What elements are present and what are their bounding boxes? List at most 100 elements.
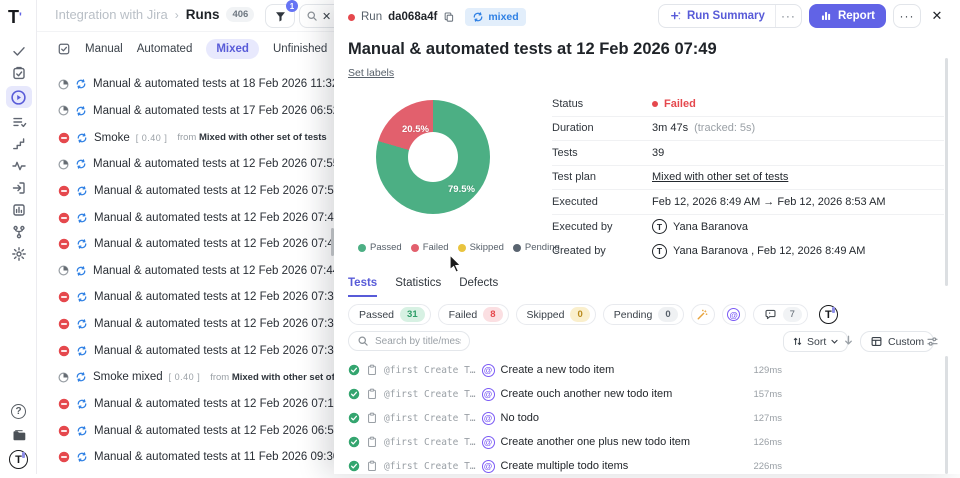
run-title: Smoke — [94, 132, 130, 144]
mixed-sync-icon — [76, 238, 88, 250]
automation-filter-button[interactable]: @ — [722, 304, 746, 325]
detail-tab-tests[interactable]: Tests — [348, 277, 377, 297]
run-list-item[interactable]: Manual & automated tests at 12 Feb 2026 … — [37, 284, 334, 311]
filter-pill-skipped[interactable]: Skipped0 — [516, 304, 596, 325]
account-avatar[interactable]: T — [9, 450, 28, 469]
close-icon[interactable]: ✕ — [928, 4, 946, 28]
legend-dot — [458, 244, 466, 252]
tests-scrollbar[interactable] — [945, 356, 948, 474]
app-logo[interactable]: T' — [8, 6, 30, 28]
more-actions-button[interactable]: ··· — [893, 4, 921, 28]
test-title: Create a new todo item — [501, 364, 615, 376]
run-list-item[interactable]: Smoke mixed[ 0.40 ]from Mixed with other… — [37, 364, 334, 391]
run-title: Manual & automated tests at 12 Feb 2026 … — [94, 425, 334, 437]
test-duration: 157ms — [730, 389, 782, 400]
user-avatar: T — [652, 244, 667, 259]
test-title: No todo — [501, 412, 540, 424]
run-list-item[interactable]: Manual & automated tests at 12 Feb 2026 … — [37, 178, 334, 205]
test-list-item[interactable]: @first Create T…@Create ouch another new… — [334, 382, 960, 406]
breadcrumb-project[interactable]: Integration with Jira — [55, 7, 168, 22]
pill-label: Pending — [614, 309, 653, 321]
pending-status-icon — [58, 79, 69, 90]
pill-count: 31 — [400, 307, 425, 322]
passed-check-icon — [348, 436, 360, 448]
filter-pill-pending[interactable]: Pending0 — [603, 304, 684, 325]
copy-icon[interactable] — [443, 11, 455, 23]
tab-automated[interactable]: Automated — [137, 43, 193, 55]
run-list-item[interactable]: Manual & automated tests at 12 Feb 2026 … — [37, 391, 334, 418]
projects-icon[interactable] — [7, 426, 31, 443]
test-list-item[interactable]: @first Create T…@Create another one plus… — [334, 430, 960, 454]
sidebar-item-results[interactable] — [7, 113, 31, 130]
test-list-item[interactable]: @first Create T…@Create multiple todo it… — [334, 454, 960, 478]
test-duration: 127ms — [730, 413, 782, 424]
breadcrumb-page[interactable]: Runs — [186, 7, 220, 22]
sidebar-item-branch[interactable] — [7, 223, 31, 240]
tab-mixed[interactable]: Mixed — [206, 39, 259, 59]
run-list-item[interactable]: Manual & automated tests at 12 Feb 2026 … — [37, 151, 334, 178]
tab-manual[interactable]: Manual — [85, 43, 123, 55]
download-icon[interactable] — [842, 334, 855, 347]
run-title: Manual & automated tests at 12 Feb 2026 … — [94, 212, 334, 224]
select-runs-checkbox-icon[interactable] — [57, 42, 71, 56]
result-filter-pills: Passed31 Failed8 Skipped0 Pending0 @7T — [348, 304, 838, 325]
filter-pill-passed[interactable]: Passed31 — [348, 304, 431, 325]
detail-tab-defects[interactable]: Defects — [459, 277, 498, 297]
search-input[interactable]: ✕ — [299, 4, 334, 28]
run-list-item[interactable]: Manual & automated tests at 12 Feb 2026 … — [37, 257, 334, 284]
run-list-item[interactable]: Manual & automated tests at 12 Feb 2026 … — [37, 337, 334, 364]
set-labels-link[interactable]: Set labels — [348, 67, 394, 79]
pulse-icon — [11, 158, 27, 174]
run-list-item[interactable]: Manual & automated tests at 12 Feb 2026 … — [37, 417, 334, 444]
sidebar-item-board[interactable] — [7, 64, 31, 81]
run-title: Manual & automated tests at 12 Feb 2026 … — [94, 238, 334, 250]
detail-tab-statistics[interactable]: Statistics — [395, 277, 441, 297]
sidebar-item-pulse[interactable] — [7, 157, 31, 174]
sidebar-item-report[interactable] — [7, 201, 31, 218]
field-value[interactable]: Mixed with other set of tests — [652, 171, 788, 183]
test-list-item[interactable]: @first Create T… @ No todo 127ms — [334, 406, 960, 430]
run-list-item[interactable]: Manual & automated tests at 18 Feb 2026 … — [37, 71, 334, 98]
tab-unfinished[interactable]: Unfinished — [273, 43, 327, 55]
run-list-item[interactable]: Manual & automated tests at 12 Feb 2026 … — [37, 204, 334, 231]
run-list-item[interactable]: Manual & automated tests at 11 Feb 2026 … — [37, 444, 334, 471]
filter-pill-failed[interactable]: Failed8 — [438, 304, 509, 325]
sidebar-item-import[interactable] — [7, 179, 31, 196]
sparkle-plus-icon — [669, 10, 682, 23]
tests-search-field[interactable] — [373, 335, 463, 348]
automated-icon: @ — [482, 412, 495, 425]
chart-legend: PassedFailedSkippedPending — [358, 242, 560, 253]
assignee-avatar[interactable]: T — [819, 305, 838, 324]
sidebar-item-runs[interactable] — [6, 86, 32, 108]
clear-search-icon[interactable]: ✕ — [322, 10, 331, 23]
report-button[interactable]: Report — [809, 4, 886, 28]
pending-status-icon — [58, 159, 69, 170]
test-list-item[interactable]: @first Create T…@Create a new todo item1… — [334, 358, 960, 382]
run-title: Smoke mixed — [93, 371, 163, 383]
tests-search-input[interactable] — [348, 331, 470, 351]
test-suite-path: @first Create T… — [384, 413, 476, 424]
detail-field-row: Test planMixed with other set of tests — [552, 166, 944, 191]
sidebar-item-settings[interactable] — [7, 245, 31, 262]
run-list-item[interactable]: Smoke[ 0.40 ]from Mixed with other set o… — [37, 124, 334, 151]
mixed-sync-icon — [75, 158, 87, 170]
field-label: Executed by — [552, 221, 652, 233]
results-donut-chart: 20.5% 79.5% — [376, 100, 490, 214]
help-icon[interactable]: ? — [11, 404, 26, 419]
sidebar-item-check[interactable] — [7, 42, 31, 59]
run-summary-button[interactable]: Run Summary — [659, 10, 775, 23]
run-list-item[interactable]: Manual & automated tests at 12 Feb 2026 … — [37, 311, 334, 338]
run-summary-more-button[interactable]: ··· — [775, 5, 801, 27]
sidebar-item-steps[interactable] — [7, 135, 31, 152]
run-list-item[interactable]: Manual & automated tests at 17 Feb 2026 … — [37, 98, 334, 125]
magic-wand-button[interactable] — [691, 304, 715, 325]
detail-scrollbar[interactable] — [945, 58, 948, 286]
run-list-item[interactable]: Manual & automated tests at 12 Feb 2026 … — [37, 231, 334, 258]
sort-button[interactable]: Sort — [783, 331, 848, 352]
comments-button[interactable]: 7 — [753, 304, 808, 325]
sliders-icon[interactable] — [926, 335, 939, 348]
mixed-sync-icon — [76, 451, 88, 463]
custom-columns-button[interactable]: Custom — [860, 331, 934, 352]
detail-field-row: Duration3m 47s (tracked: 5s) — [552, 117, 944, 142]
run-summary-group: Run Summary ··· — [658, 4, 802, 28]
